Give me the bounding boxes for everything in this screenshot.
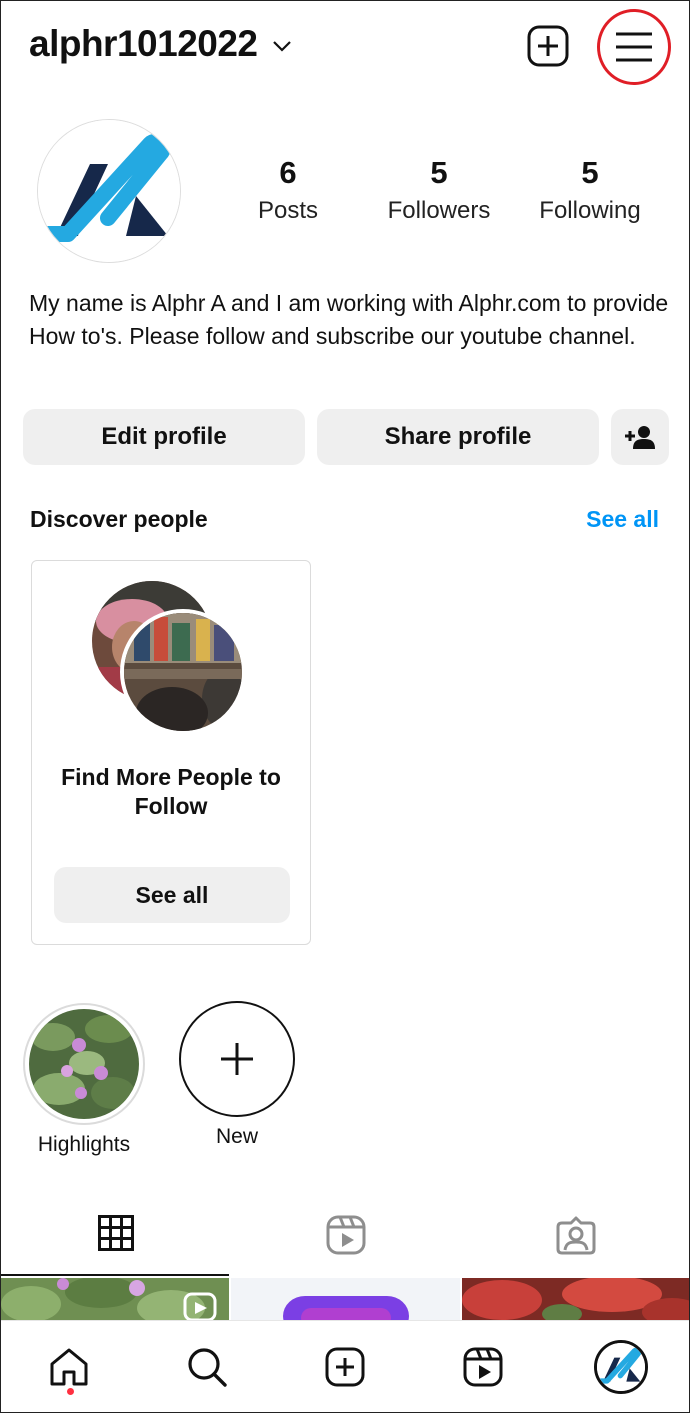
highlight-ring [23,1003,145,1125]
stat-posts[interactable]: 6 Posts [218,153,358,229]
stat-followers[interactable]: 5 Followers [369,153,509,229]
new-highlight-button[interactable] [179,1001,295,1117]
brand-logo [38,120,180,262]
nav-create[interactable] [315,1337,375,1397]
username: alphr1012022 [29,23,258,64]
content-tabs [1,1207,689,1277]
search-icon [188,1348,227,1387]
posts-grid [1,1278,689,1322]
bottom-nav [1,1320,689,1412]
new-highlight-label: New [215,1125,258,1148]
grid-icon [98,1215,134,1251]
profile-avatar[interactable] [37,119,181,263]
new-post-button[interactable] [527,25,569,67]
new-highlight[interactable]: New [179,1001,295,1149]
followers-count: 5 [430,155,448,190]
tab-posts[interactable] [1,1207,231,1277]
nav-reels[interactable] [453,1337,513,1397]
profile-screen: alphr1012022 6 Posts 5 Followers 5 Follo… [0,0,690,1413]
create-icon [325,1347,365,1387]
stat-following[interactable]: 5 Following [520,153,660,229]
new-post-icon [527,25,569,67]
posts-count: 6 [279,155,297,190]
highlight-cover [29,1009,139,1119]
post-thumbnail[interactable] [1,1278,229,1322]
suggestion-card: Find More People to Follow See all [31,560,311,945]
card-title: Find More People to Follow [61,764,281,819]
notification-dot [67,1388,74,1395]
post-thumbnail[interactable] [462,1278,689,1322]
highlight-label: Highlights [37,1133,131,1156]
chevron-down-icon [272,41,291,52]
following-label: Following [539,197,641,224]
reels-icon [463,1347,503,1387]
profile-avatar [594,1340,648,1394]
nav-profile[interactable] [591,1337,651,1397]
plus-icon [221,1043,253,1075]
share-profile-button[interactable]: Share profile [317,409,599,465]
tab-tagged[interactable] [461,1207,689,1277]
active-tab-indicator [1,1274,229,1276]
discover-title: Discover people [30,506,208,532]
see-all-link[interactable]: See all [586,506,659,533]
highlight-item[interactable]: Highlights [23,1003,145,1157]
nav-search[interactable] [177,1337,237,1397]
add-person-icon [625,426,655,449]
account-switcher[interactable]: alphr1012022 [29,23,292,65]
top-bar: alphr1012022 [1,1,689,93]
followers-label: Followers [387,197,491,224]
tab-reels[interactable] [231,1207,461,1277]
tagged-icon [556,1216,596,1255]
menu-icon [616,32,652,62]
post-thumbnail[interactable] [231,1278,460,1322]
suggested-photo [120,609,246,735]
following-count: 5 [581,155,599,190]
posts-label: Posts [257,197,319,224]
profile-bio: My name is Alphr A and I am working with… [29,290,669,349]
menu-button[interactable] [597,9,671,85]
reels-icon [326,1215,366,1255]
card-see-all-button[interactable]: See all [54,867,290,923]
discover-people-button[interactable] [611,409,669,465]
home-icon [50,1348,88,1386]
edit-profile-button[interactable]: Edit profile [23,409,305,465]
